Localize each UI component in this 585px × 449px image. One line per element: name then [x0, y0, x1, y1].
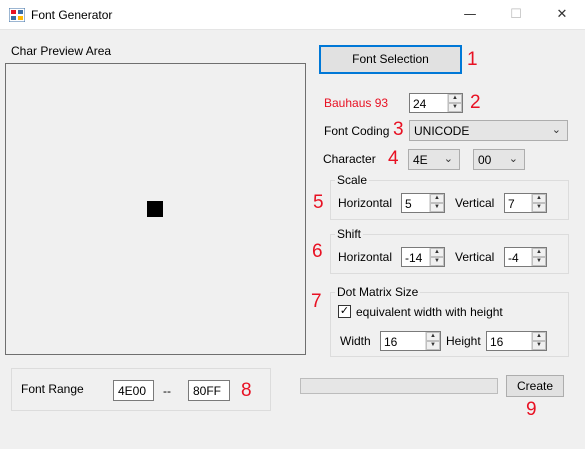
scale-vertical-label: Vertical: [455, 196, 495, 210]
font-coding-value: UNICODE: [414, 124, 470, 138]
font-range-label: Font Range: [21, 382, 84, 396]
font-coding-label: Font Coding: [324, 124, 390, 138]
annotation-5: 5: [313, 192, 324, 213]
app-grid-icon: [9, 8, 25, 22]
dot-width-label: Width: [340, 334, 371, 348]
font-range-start-input[interactable]: 4E00: [113, 380, 154, 401]
font-range-separator: --: [163, 384, 171, 398]
annotation-8: 8: [241, 380, 252, 401]
annotation-9: 9: [526, 399, 537, 420]
annotation-6: 6: [312, 241, 323, 262]
font-coding-dropdown[interactable]: UNICODE ⌄: [409, 120, 568, 141]
font-range-start-value: 4E00: [118, 384, 147, 398]
shift-vertical-value: -4: [508, 251, 519, 265]
dot-height-label: Height: [446, 334, 481, 348]
font-size-spinner[interactable]: 24 ▲ ▼: [409, 93, 463, 113]
shift-horizontal-spinner[interactable]: -14 ▲ ▼: [401, 247, 445, 267]
font-size-value: 24: [413, 97, 427, 111]
create-button[interactable]: Create: [506, 375, 564, 397]
char-preview-canvas: [5, 63, 306, 355]
annotation-7: 7: [311, 291, 322, 312]
spin-down-icon[interactable]: ▼: [430, 257, 444, 266]
font-range-end-input[interactable]: 80FF: [188, 380, 230, 401]
spin-up-icon[interactable]: ▲: [430, 194, 444, 203]
shift-group-label: Shift: [335, 227, 364, 241]
dot-width-value: 16: [384, 335, 398, 349]
dot-matrix-group-label: Dot Matrix Size: [335, 285, 421, 299]
spin-up-icon[interactable]: ▲: [426, 332, 440, 341]
minimize-button[interactable]: —: [447, 0, 493, 30]
chevron-down-icon: ⌄: [508, 153, 518, 165]
equivalent-size-label: equivalent width with height: [356, 305, 503, 319]
spin-down-icon[interactable]: ▼: [430, 203, 444, 212]
equivalent-size-checkbox[interactable]: ✓: [338, 305, 351, 318]
spin-up-icon[interactable]: ▲: [430, 248, 444, 257]
dot-width-spinner[interactable]: 16 ▲ ▼: [380, 331, 441, 351]
spin-down-icon[interactable]: ▼: [448, 103, 462, 112]
window-title: Font Generator: [31, 8, 113, 22]
shift-horizontal-label: Horizontal: [338, 250, 393, 264]
annotation-4: 4: [388, 148, 399, 169]
dot-height-value: 16: [490, 335, 504, 349]
spin-up-icon[interactable]: ▲: [448, 94, 462, 103]
scale-horizontal-spinner[interactable]: 5 ▲ ▼: [401, 193, 445, 213]
spin-up-icon[interactable]: ▲: [532, 194, 546, 203]
character-low-value: 00: [478, 153, 492, 167]
close-button[interactable]: ✕: [539, 0, 585, 30]
font-selection-button[interactable]: Font Selection: [319, 45, 462, 74]
title-bar: Font Generator — ☐ ✕: [0, 0, 585, 30]
spin-down-icon[interactable]: ▼: [426, 341, 440, 350]
shift-horizontal-value: -14: [405, 251, 423, 265]
character-high-dropdown[interactable]: 4E ⌄: [408, 149, 460, 170]
annotation-3: 3: [393, 119, 404, 140]
scale-horizontal-label: Horizontal: [338, 196, 393, 210]
chevron-down-icon: ⌄: [443, 153, 453, 165]
character-label: Character: [323, 152, 376, 166]
spin-down-icon[interactable]: ▼: [532, 257, 546, 266]
scale-group-label: Scale: [335, 173, 370, 187]
dot-height-spinner[interactable]: 16 ▲ ▼: [486, 331, 547, 351]
spin-down-icon[interactable]: ▼: [532, 341, 546, 350]
font-range-end-value: 80FF: [193, 384, 222, 398]
maximize-button: ☐: [510, 7, 522, 22]
spin-up-icon[interactable]: ▲: [532, 248, 546, 257]
check-icon: ✓: [339, 305, 350, 317]
font-name-label: Bauhaus 93: [324, 96, 389, 110]
scale-vertical-value: 7: [508, 197, 515, 211]
preview-group-label: Char Preview Area: [11, 44, 112, 58]
chevron-down-icon: ⌄: [551, 124, 561, 136]
character-low-dropdown[interactable]: 00 ⌄: [473, 149, 525, 170]
spin-down-icon[interactable]: ▼: [532, 203, 546, 212]
annotation-1: 1: [467, 49, 478, 70]
scale-horizontal-value: 5: [405, 197, 412, 211]
shift-vertical-spinner[interactable]: -4 ▲ ▼: [504, 247, 547, 267]
shift-vertical-label: Vertical: [455, 250, 495, 264]
spin-up-icon[interactable]: ▲: [532, 332, 546, 341]
annotation-2: 2: [470, 92, 481, 113]
generation-progress-bar: [300, 378, 498, 394]
preview-pixel: [147, 201, 163, 217]
character-high-value: 4E: [413, 153, 428, 167]
scale-vertical-spinner[interactable]: 7 ▲ ▼: [504, 193, 547, 213]
